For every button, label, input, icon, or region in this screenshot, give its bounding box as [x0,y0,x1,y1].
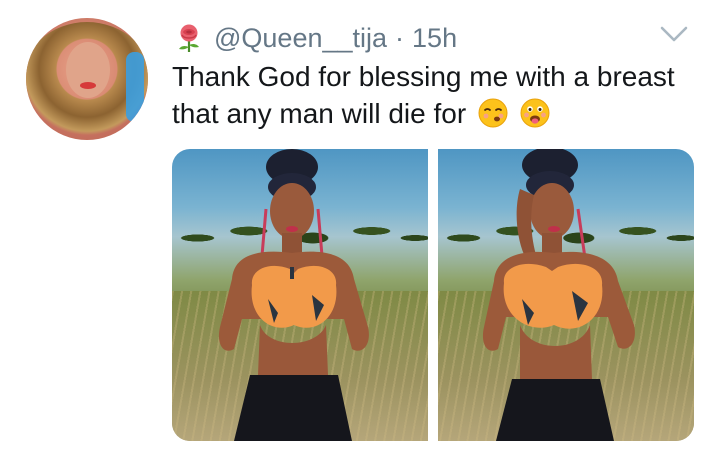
profile-avatar[interactable] [26,18,148,140]
avatar-lips [80,82,96,89]
tweet-timestamp[interactable]: 15h [412,23,457,54]
media-photo-1[interactable] [172,149,428,441]
chevron-down-icon[interactable] [658,22,690,46]
flushed-tongue-face-emoji [520,98,550,128]
tweet-text: Thank God for blessing me with a breast … [172,61,675,129]
media-photo-2[interactable] [438,149,694,441]
hushed-face-emoji [478,98,508,128]
rose-icon [174,23,204,53]
person-figure [218,149,369,441]
person-figure [482,149,635,441]
tweet-media [172,149,694,441]
tweet-header: @Queen__tija · 15h [174,20,457,56]
tweet-text-container: Thank God for blessing me with a breast … [172,58,702,132]
user-handle[interactable]: @Queen__tija [214,23,387,54]
avatar-face [66,42,110,98]
avatar-accent [126,52,144,122]
separator: · [395,22,405,53]
tweet[interactable]: @Queen__tija · 15h Thank God for blessin… [0,0,720,460]
